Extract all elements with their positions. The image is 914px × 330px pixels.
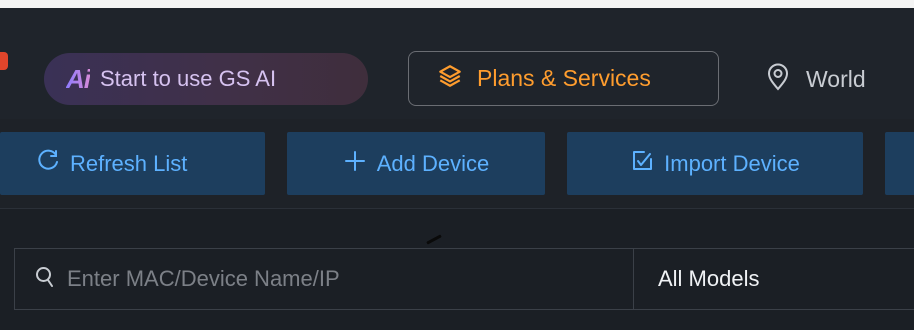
import-device-button[interactable]: Import Device	[567, 132, 863, 195]
refresh-icon	[36, 149, 70, 179]
import-device-label: Import Device	[664, 150, 800, 176]
toolbar-overflow-button[interactable]	[885, 132, 914, 195]
plans-services-button[interactable]: Plans & Services	[408, 51, 719, 106]
header-bar: Ai Start to use GS AI Plans & Services W…	[0, 8, 914, 119]
search-input[interactable]	[65, 265, 629, 293]
refresh-list-button[interactable]: Refresh List	[0, 132, 265, 195]
world-region-selector[interactable]: World	[766, 53, 866, 105]
top-strip	[0, 0, 914, 8]
refresh-list-label: Refresh List	[70, 150, 188, 176]
section-divider	[0, 208, 914, 209]
location-pin-icon	[766, 63, 806, 96]
notification-dot	[0, 52, 8, 70]
search-icon	[35, 266, 55, 293]
model-select-value: All Models	[658, 266, 760, 291]
gs-ai-label: Start to use GS AI	[100, 66, 277, 91]
model-select[interactable]: All Models	[634, 249, 914, 309]
ai-logo-icon: Ai	[66, 63, 91, 94]
mouse-cursor-mark	[426, 234, 442, 245]
layers-icon	[437, 63, 477, 94]
add-device-button[interactable]: Add Device	[287, 132, 545, 195]
plus-icon	[343, 149, 377, 179]
add-device-label: Add Device	[376, 150, 490, 176]
import-icon	[630, 149, 664, 179]
world-label: World	[806, 65, 866, 92]
plans-services-label: Plans & Services	[477, 65, 651, 91]
search-box[interactable]	[15, 249, 633, 309]
filter-bar: All Models	[14, 248, 914, 310]
gs-ai-button[interactable]: Ai Start to use GS AI	[44, 53, 368, 105]
